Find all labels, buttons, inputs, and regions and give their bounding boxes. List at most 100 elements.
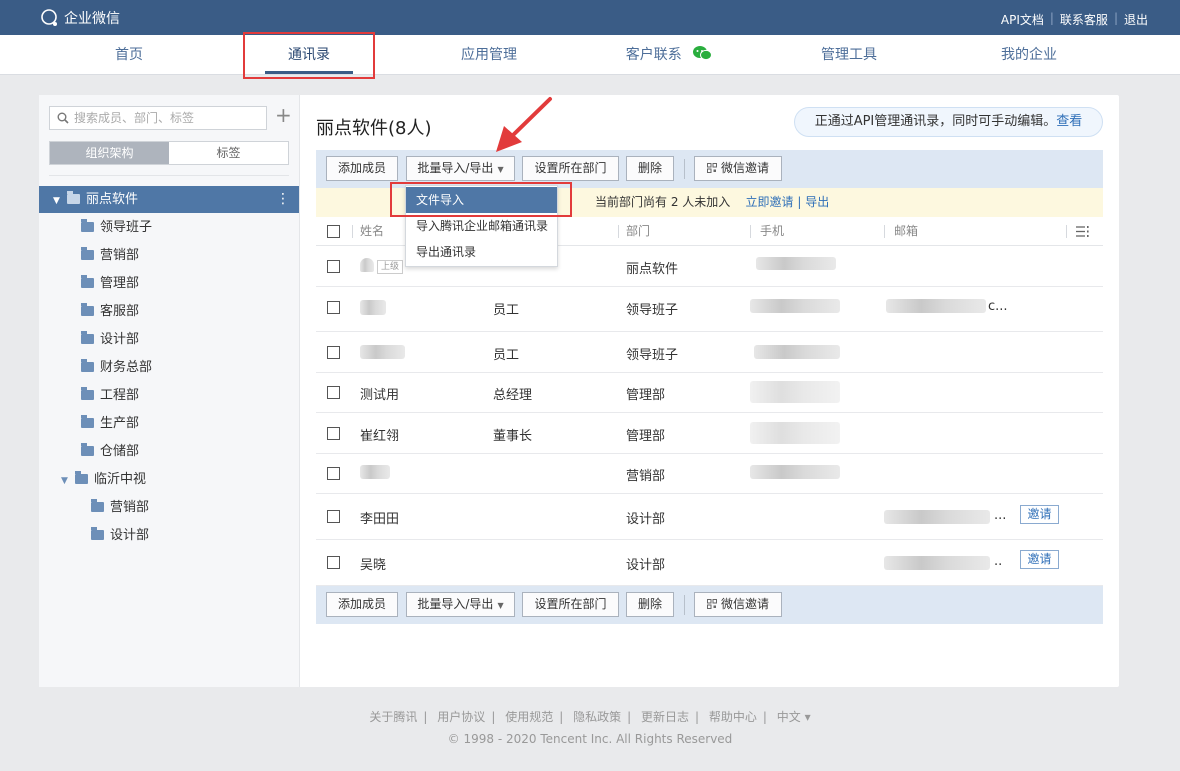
footer-link[interactable]: 使用规范 (505, 708, 553, 725)
caret-down-icon[interactable]: ▼ (61, 467, 75, 495)
tree-item-dept[interactable]: 仓储部 (81, 438, 139, 466)
folder-icon (75, 471, 88, 484)
contact-support-link[interactable]: 联系客服 (1060, 11, 1108, 28)
top-bar: 企业微信 API文档 | 联系客服 | 退出 (0, 0, 1180, 35)
menu-item-export-contacts[interactable]: 导出通讯录 (406, 239, 557, 265)
avatar-placeholder (360, 258, 374, 272)
divider (49, 175, 289, 176)
wework-logo-icon (41, 9, 57, 26)
export-link[interactable]: 导出 (805, 195, 829, 209)
invite-now-link[interactable]: 立即邀请 (746, 195, 794, 209)
folder-icon (81, 359, 94, 372)
row-checkbox[interactable] (327, 556, 340, 569)
active-tab-underline (265, 71, 353, 74)
tree-item-dept[interactable]: 生产部 (81, 410, 139, 438)
nav-home[interactable]: 首页 (39, 35, 219, 75)
batch-import-export-button[interactable]: 批量导入/导出 ▼ (406, 156, 515, 181)
row-checkbox[interactable] (327, 260, 340, 273)
tree-root-company[interactable]: ▼ 丽点软件 ⋮ (39, 186, 299, 213)
footer-link[interactable]: 用户协议 (437, 708, 485, 725)
footer-link[interactable]: 帮助中心 (709, 708, 757, 725)
nav-contacts[interactable]: 通讯录 (219, 35, 399, 75)
column-name[interactable]: 姓名 (360, 217, 384, 246)
toolbar-divider (684, 159, 685, 179)
nav-customer-contact[interactable]: 客户联系 (579, 35, 759, 75)
row-checkbox[interactable] (327, 427, 340, 440)
menu-item-import-exmail[interactable]: 导入腾讯企业邮箱通讯录 (406, 213, 557, 239)
api-docs-link[interactable]: API文档 (1001, 11, 1044, 28)
brand-logo[interactable]: 企业微信 (40, 8, 120, 28)
cell-department: 设计部 (626, 512, 666, 527)
row-checkbox[interactable] (327, 467, 340, 480)
folder-icon (81, 443, 94, 456)
select-all-checkbox[interactable] (327, 225, 340, 238)
tree-item-dept[interactable]: 工程部 (81, 382, 139, 410)
add-member-button[interactable]: 添加成员 (326, 592, 398, 617)
add-icon[interactable]: + (275, 105, 292, 125)
wechat-invite-button[interactable]: 微信邀请 (694, 156, 782, 181)
tree-item-subdept[interactable]: 设计部 (91, 522, 149, 550)
search-placeholder: 搜索成员、部门、标签 (74, 111, 195, 125)
view-link[interactable]: 查看 (1056, 114, 1082, 129)
member-toolbar-bottom: 添加成员 批量导入/导出 ▼ 设置所在部门 删除 微信邀请 (316, 586, 1103, 624)
nav-tools[interactable]: 管理工具 (759, 35, 939, 75)
language-select[interactable]: 中文 ▾ (777, 708, 811, 725)
row-checkbox[interactable] (327, 386, 340, 399)
tree-item-dept[interactable]: 财务总部 (81, 354, 152, 382)
masked-phone (750, 422, 840, 444)
table-row[interactable]: 员工 领导班子 c... (316, 287, 1103, 332)
nav-app-management[interactable]: 应用管理 (399, 35, 579, 75)
folder-icon (81, 331, 94, 344)
tree-item-dept[interactable]: 设计部 (81, 326, 139, 354)
set-department-button[interactable]: 设置所在部门 (522, 592, 619, 617)
folder-icon (81, 247, 94, 260)
org-sidebar: 搜索成员、部门、标签 + 组织架构 标签 ▼ 丽点软件 ⋮ 领导班子 营销部 管理… (39, 95, 300, 687)
tree-item-dept[interactable]: 领导班子 (81, 214, 152, 242)
delete-button[interactable]: 删除 (626, 592, 674, 617)
tree-item-dept[interactable]: 营销部 (81, 242, 139, 270)
cell-position: 董事长 (493, 429, 533, 444)
tab-tags[interactable]: 标签 (169, 142, 288, 164)
menu-item-file-import[interactable]: 文件导入 (406, 187, 557, 213)
more-options-icon[interactable]: ⋮ (276, 186, 290, 213)
add-member-button[interactable]: 添加成员 (326, 156, 398, 181)
column-settings-icon[interactable] (1076, 226, 1089, 237)
footer-link[interactable]: 关于腾讯 (369, 708, 417, 725)
footer-link[interactable]: 更新日志 (641, 708, 689, 725)
batch-import-export-button[interactable]: 批量导入/导出 ▼ (406, 592, 515, 617)
row-checkbox[interactable] (327, 346, 340, 359)
caret-down-icon[interactable]: ▼ (53, 188, 67, 215)
wechat-invite-button[interactable]: 微信邀请 (694, 592, 782, 617)
column-phone[interactable]: 手机 (760, 217, 784, 246)
row-checkbox[interactable] (327, 510, 340, 523)
table-row[interactable]: 员工 领导班子 (316, 332, 1103, 373)
nav-my-company[interactable]: 我的企业 (939, 35, 1119, 75)
tree-item-subdept[interactable]: 营销部 (91, 494, 149, 522)
footer-links: 关于腾讯 | 用户协议 | 使用规范 | 隐私政策 | 更新日志 | 帮助中心 | 中文 ▾ (369, 708, 811, 725)
department-title: 丽点软件(8人) (316, 118, 432, 139)
tree-item-dept[interactable]: 客服部 (81, 298, 139, 326)
column-department[interactable]: 部门 (626, 217, 650, 246)
delete-button[interactable]: 删除 (626, 156, 674, 181)
cell-email-suffix: c... (988, 299, 1008, 314)
table-row[interactable]: 崔红翎 董事长 管理部 (316, 413, 1103, 454)
invite-button[interactable]: 邀请 (1020, 550, 1059, 569)
table-row[interactable]: 营销部 (316, 454, 1103, 494)
tree-item-branch[interactable]: ▼ 临沂中视 (61, 466, 146, 494)
dropdown-arrow-icon: ▼ (497, 165, 504, 174)
qr-code-icon (706, 163, 717, 173)
cell-email-suffix: ... (994, 508, 1007, 523)
set-department-button[interactable]: 设置所在部门 (522, 156, 619, 181)
table-row[interactable]: 李田田 设计部 ... 邀请 (316, 494, 1103, 540)
search-input[interactable]: 搜索成员、部门、标签 (49, 106, 267, 130)
column-email[interactable]: 邮箱 (894, 217, 918, 246)
tree-item-dept[interactable]: 管理部 (81, 270, 139, 298)
invite-button[interactable]: 邀请 (1020, 505, 1059, 524)
row-checkbox[interactable] (327, 301, 340, 314)
logout-link[interactable]: 退出 (1124, 11, 1148, 28)
table-row[interactable]: 吴晓 设计部 .. 邀请 (316, 540, 1103, 586)
table-row[interactable]: 测试用 总经理 管理部 (316, 373, 1103, 413)
folder-icon (81, 219, 94, 232)
footer-link[interactable]: 隐私政策 (573, 708, 621, 725)
tab-org-structure[interactable]: 组织架构 (50, 142, 169, 164)
